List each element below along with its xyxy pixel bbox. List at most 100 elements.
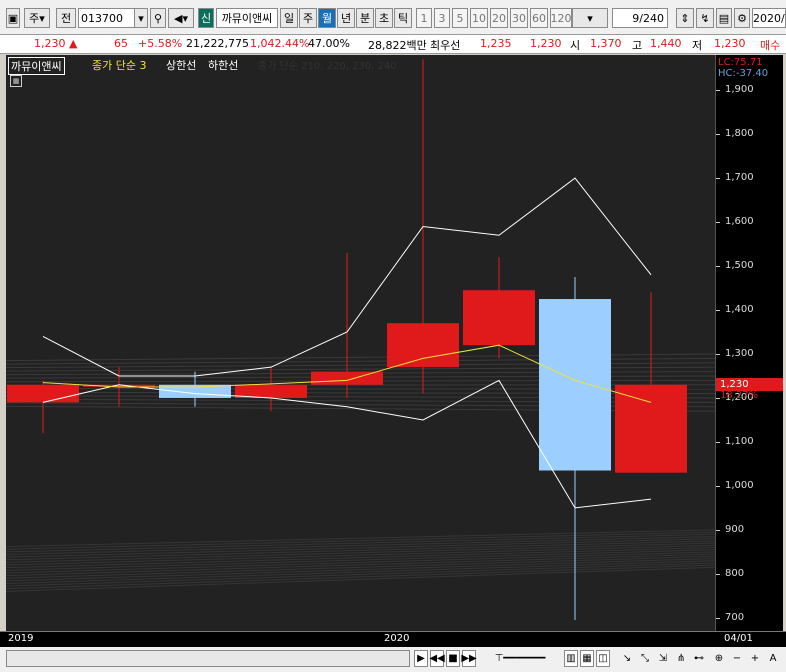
open-price: 1,370 bbox=[590, 37, 622, 50]
measure-icon[interactable]: ⊷ bbox=[692, 650, 706, 667]
legend-overlay[interactable]: 종가 단순 210, 220, 230, 240 bbox=[258, 57, 397, 72]
toolbar: ▣ 주 ▾ 전 013700 ▾ ⚲ ◀▾ 신 까뮤이앤씨 일주월년분초틱 135… bbox=[0, 0, 786, 35]
y-tick-9: 1,600 bbox=[725, 216, 754, 228]
period-tab-4[interactable]: 분 bbox=[356, 8, 374, 28]
y-tick-mark-6 bbox=[716, 353, 720, 355]
quote-bar: 1,230 ▲ 65 +5.58% 21,222,775 1,042.44% 4… bbox=[0, 35, 786, 54]
y-tick-12: 1,900 bbox=[725, 84, 754, 96]
volume-pct: 1,042.44% bbox=[250, 37, 310, 50]
period-tab-2[interactable]: 월 bbox=[318, 8, 336, 28]
count-field[interactable]: 9/240 bbox=[612, 8, 668, 28]
price-axis: LC:75.71 HC:-37.40 700 800 900 1,000 1,100 1,… bbox=[715, 55, 783, 631]
minus-icon[interactable]: − bbox=[730, 650, 744, 667]
grid-icon[interactable]: ▦ bbox=[10, 75, 22, 87]
play-icon[interactable]: ▶ bbox=[414, 650, 428, 667]
period-tab-5[interactable]: 초 bbox=[375, 8, 393, 28]
code-input[interactable]: 013700 bbox=[78, 8, 136, 28]
draw-tool-icon[interactable]: ⇲ bbox=[656, 650, 670, 667]
low-label: 저 bbox=[692, 39, 703, 52]
forward-icon[interactable]: ▶▶ bbox=[461, 650, 477, 667]
trade-label[interactable]: 매수 bbox=[760, 37, 780, 53]
period-tab-6[interactable]: 틱 bbox=[394, 8, 412, 28]
legend-ma[interactable]: 종가 단순 3 bbox=[92, 57, 146, 73]
gear-icon[interactable]: ⚙ bbox=[734, 8, 750, 28]
legend-stock-name[interactable]: 까뮤이앤씨 bbox=[8, 57, 65, 75]
y-tick-mark-8 bbox=[716, 266, 720, 268]
rewind-icon[interactable]: ◀◀ bbox=[429, 650, 445, 667]
new-badge[interactable]: 신 bbox=[198, 8, 214, 28]
turnover-pct: 47.00% bbox=[308, 37, 350, 50]
candle-body-5 bbox=[387, 323, 459, 368]
layout-icon[interactable]: ▦ bbox=[580, 650, 594, 667]
y-tick-7: 1,400 bbox=[725, 304, 754, 316]
interval-button-3[interactable]: 10 bbox=[470, 8, 488, 28]
open-label: 시 bbox=[570, 39, 581, 52]
ma-background-lower-line-15 bbox=[6, 533, 715, 553]
trend-tool-icon[interactable]: ⤡ bbox=[638, 650, 652, 667]
interval-button-0[interactable]: 1 bbox=[416, 8, 432, 28]
y-tick-mark-11 bbox=[716, 134, 720, 136]
interval-button-1[interactable]: 3 bbox=[434, 8, 450, 28]
search-icon[interactable]: ⚲ bbox=[150, 8, 166, 28]
volume: 21,222,775 bbox=[186, 37, 249, 50]
y-tick-mark-10 bbox=[716, 178, 720, 180]
candle-body-6 bbox=[463, 290, 535, 346]
x-label-2019: 2019 bbox=[8, 633, 34, 644]
y-tick-8: 1,500 bbox=[725, 260, 754, 272]
price-change-pct: +5.58% bbox=[138, 37, 183, 50]
candle-body-7 bbox=[539, 299, 611, 471]
y-tick-0: 700 bbox=[725, 611, 745, 623]
font-size-icon[interactable]: A bbox=[766, 650, 780, 667]
legend-upper[interactable]: 상한선 bbox=[166, 57, 196, 73]
price-change: 65 bbox=[114, 37, 128, 50]
previous-button[interactable]: 전 bbox=[56, 8, 76, 28]
y-tick-mark-3 bbox=[716, 485, 720, 487]
interval-button-5[interactable]: 30 bbox=[510, 8, 528, 28]
chevron-down-icon[interactable]: ▾ bbox=[134, 8, 148, 28]
interval-select[interactable]: ▾ bbox=[572, 8, 608, 28]
price-value: 1,230 bbox=[34, 37, 66, 50]
best-bid-label: 최우선 bbox=[430, 39, 461, 52]
interval-button-6[interactable]: 60 bbox=[530, 8, 548, 28]
save-icon[interactable]: ▤ bbox=[716, 8, 732, 28]
high-price: 1,440 bbox=[650, 37, 682, 50]
chart-type-icon[interactable]: ▥ bbox=[564, 650, 578, 667]
speaker-icon[interactable]: ◀▾ bbox=[168, 8, 194, 28]
interval-button-7[interactable]: 120 bbox=[550, 8, 572, 28]
y-tick-10: 1,700 bbox=[725, 172, 754, 184]
ma-background-lower-line-1 bbox=[6, 564, 715, 590]
y-tick-3: 1,000 bbox=[725, 479, 754, 491]
horizontal-scrollbar[interactable] bbox=[6, 650, 410, 667]
line-tool-icon[interactable]: ↘ bbox=[620, 650, 634, 667]
date-axis: 2019 2020 04/01 bbox=[0, 631, 786, 648]
hc-label: HC:-37.40 bbox=[718, 68, 769, 79]
x-axis-date: 04/01 bbox=[724, 633, 753, 644]
current-price-pct: 18.27% bbox=[720, 389, 759, 401]
stop-icon[interactable]: ■ bbox=[446, 650, 460, 667]
fibonacci-icon[interactable]: ⋔ bbox=[674, 650, 688, 667]
current-price: 1,230 ▲ bbox=[34, 37, 78, 50]
date-field[interactable]: 2020/ bbox=[752, 8, 786, 28]
x-label-2020: 2020 bbox=[384, 633, 410, 644]
market-select[interactable]: 주 ▾ bbox=[24, 8, 50, 28]
zoom-slider[interactable]: ⊤━━━━━━━ bbox=[480, 650, 560, 667]
interval-button-4[interactable]: 20 bbox=[490, 8, 508, 28]
y-tick-2: 900 bbox=[725, 523, 745, 535]
candlestick-chart[interactable] bbox=[6, 55, 715, 631]
legend-lower[interactable]: 하한선 bbox=[208, 57, 238, 73]
zoom-in-icon[interactable]: ⊕ bbox=[712, 650, 726, 667]
view-icon[interactable]: ◫ bbox=[596, 650, 610, 667]
plus-icon[interactable]: + bbox=[748, 650, 762, 667]
best-ask: 1,230 bbox=[530, 37, 562, 50]
y-tick-mark-1 bbox=[716, 573, 720, 575]
price-chart[interactable]: 까뮤이앤씨 종가 단순 3 상한선 하한선 종가 단순 210, 220, 23… bbox=[6, 55, 715, 631]
trade-amount: 28,822백만 bbox=[368, 39, 427, 52]
chart-tool-icon[interactable]: ↯ bbox=[696, 8, 714, 28]
arrows-icon[interactable]: ⇕ bbox=[676, 8, 694, 28]
window-menu-icon[interactable]: ▣ bbox=[6, 8, 20, 28]
period-tab-1[interactable]: 주 bbox=[299, 8, 317, 28]
high-label: 고 bbox=[632, 39, 643, 52]
period-tab-0[interactable]: 일 bbox=[280, 8, 298, 28]
period-tab-3[interactable]: 년 bbox=[337, 8, 355, 28]
interval-button-2[interactable]: 5 bbox=[452, 8, 468, 28]
